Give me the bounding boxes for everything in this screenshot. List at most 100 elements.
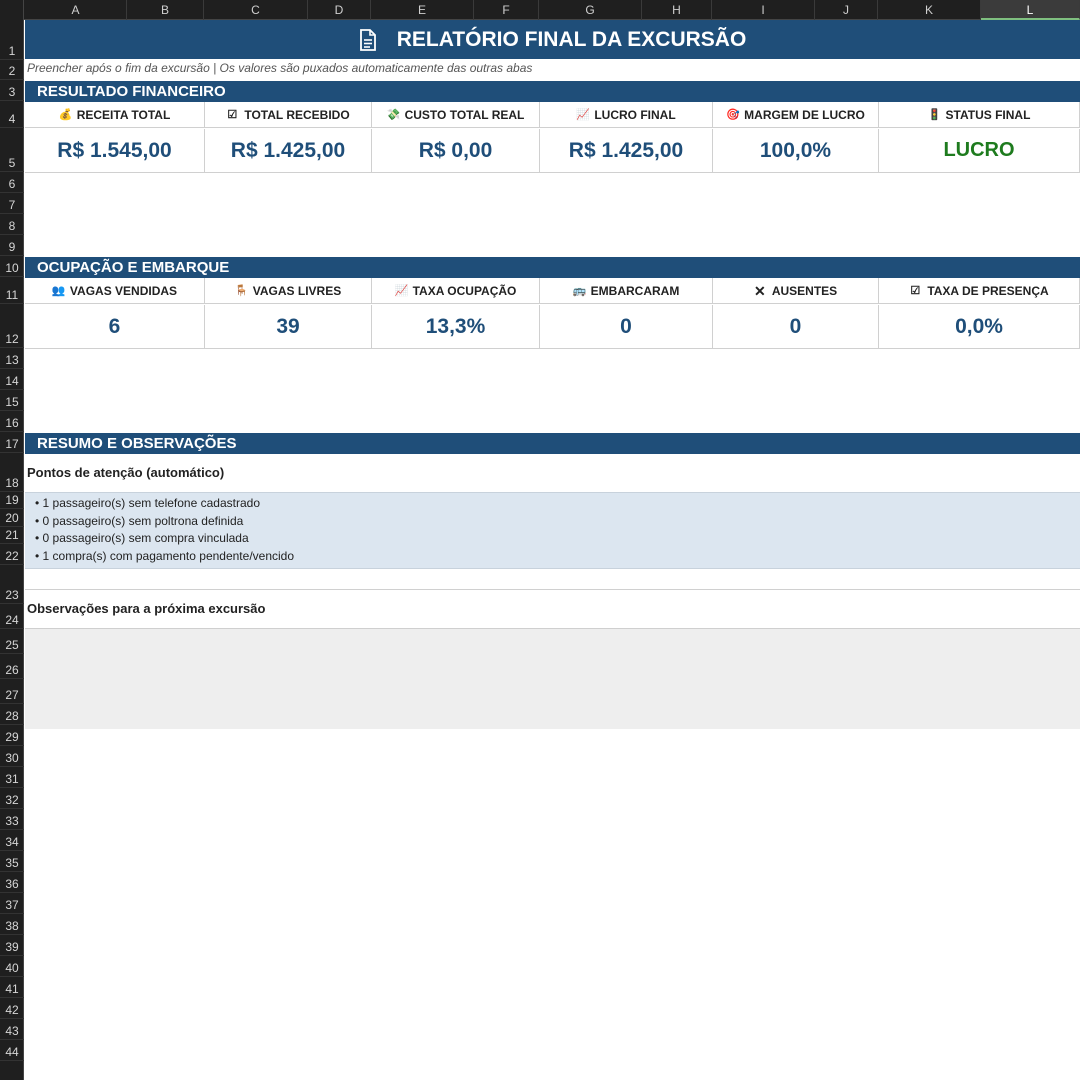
column-header-d[interactable]: D bbox=[308, 0, 371, 20]
kpi-value-receita-total[interactable]: R$ 1.545,00 bbox=[25, 129, 205, 173]
kpi-value-status-final[interactable]: LUCRO bbox=[879, 129, 1080, 173]
row-header[interactable]: 36 bbox=[0, 872, 24, 893]
bus-icon: 🚌 bbox=[572, 284, 587, 297]
row-header[interactable]: 15 bbox=[0, 390, 24, 411]
kpi-label-text: VAGAS LIVRES bbox=[252, 283, 342, 298]
kpi-label-receita-total: 💰 RECEITA TOTAL bbox=[25, 102, 205, 128]
kpi-value-taxa-de-presenca[interactable]: 0,0% bbox=[879, 305, 1080, 349]
row-header[interactable]: 26 bbox=[0, 654, 24, 679]
row-header[interactable]: 22 bbox=[0, 544, 24, 565]
kpi-label-text: TOTAL RECEBIDO bbox=[244, 107, 350, 122]
kpi-value-total-recebido[interactable]: R$ 1.425,00 bbox=[205, 129, 372, 173]
row-header[interactable]: 16 bbox=[0, 411, 24, 432]
row-header[interactable]: 31 bbox=[0, 767, 24, 788]
row-header[interactable]: 35 bbox=[0, 851, 24, 872]
kpi-label-vagas-vendidas: 👥 VAGAS VENDIDAS bbox=[25, 278, 205, 304]
kpi-value-ausentes[interactable]: 0 bbox=[713, 305, 879, 349]
row-header[interactable]: 40 bbox=[0, 956, 24, 977]
column-header-c[interactable]: C bbox=[204, 0, 308, 20]
row-header[interactable]: 12 bbox=[0, 304, 24, 348]
row-header[interactable]: 18 bbox=[0, 453, 24, 492]
check-box-icon: ☑ bbox=[910, 284, 921, 297]
target-icon: 🎯 bbox=[726, 108, 740, 121]
column-header-e[interactable]: E bbox=[371, 0, 474, 20]
financeiro-values-row: R$ 1.545,00 R$ 1.425,00 R$ 0,00 R$ 1.425… bbox=[25, 129, 1080, 173]
kpi-label-text: RECEITA TOTAL bbox=[76, 107, 171, 122]
row-header[interactable]: 38 bbox=[0, 914, 24, 935]
row-header[interactable]: 29 bbox=[0, 725, 24, 746]
row-header[interactable]: 28 bbox=[0, 704, 24, 725]
row-header[interactable]: 39 bbox=[0, 935, 24, 956]
row-header[interactable]: 32 bbox=[0, 788, 24, 809]
column-header-b[interactable]: B bbox=[127, 0, 204, 20]
kpi-value-embarcaram[interactable]: 0 bbox=[540, 305, 713, 349]
row-header[interactable]: 34 bbox=[0, 830, 24, 851]
row-header[interactable]: 8 bbox=[0, 214, 24, 235]
attention-item: • 0 passageiro(s) sem compra vinculada bbox=[35, 531, 249, 546]
row-header[interactable]: 17 bbox=[0, 432, 24, 453]
kpi-label-taxa-ocupacao: 📈 TAXA OCUPAÇÃO bbox=[372, 278, 540, 304]
kpi-value-margem-de-lucro[interactable]: 100,0% bbox=[713, 129, 879, 173]
kpi-value-vagas-vendidas[interactable]: 6 bbox=[25, 305, 205, 349]
column-header-f[interactable]: F bbox=[474, 0, 539, 20]
row-header[interactable]: 14 bbox=[0, 369, 24, 390]
traffic-light-icon: 🚦 bbox=[927, 108, 942, 121]
row-header[interactable]: 13 bbox=[0, 348, 24, 369]
row-header[interactable]: 5 bbox=[0, 128, 24, 172]
row-header[interactable]: 20 bbox=[0, 509, 24, 527]
chart-up-icon: 📈 bbox=[576, 108, 591, 121]
money-bag-icon: 💰 bbox=[58, 108, 73, 121]
row-header[interactable]: 25 bbox=[0, 629, 24, 654]
row-header[interactable]: 30 bbox=[0, 746, 24, 767]
row-header[interactable]: 42 bbox=[0, 998, 24, 1019]
column-header-g[interactable]: G bbox=[539, 0, 642, 20]
check-box-icon: ☑ bbox=[227, 108, 238, 121]
row-header[interactable]: 24 bbox=[0, 604, 24, 629]
column-header-k[interactable]: K bbox=[878, 0, 981, 20]
column-header-h[interactable]: H bbox=[642, 0, 712, 20]
section-financeiro-header: RESULTADO FINANCEIRO bbox=[25, 81, 1080, 102]
row-header[interactable]: 43 bbox=[0, 1019, 24, 1040]
kpi-label-ausentes: ✕ AUSENTES bbox=[713, 278, 879, 304]
row-header[interactable]: 33 bbox=[0, 809, 24, 830]
report-title-bar: RELATÓRIO FINAL DA EXCURSÃO bbox=[25, 20, 1080, 59]
row-header[interactable]: 6 bbox=[0, 172, 24, 193]
row-header[interactable]: 9 bbox=[0, 235, 24, 256]
kpi-value-taxa-ocupacao[interactable]: 13,3% bbox=[372, 305, 540, 349]
select-all-corner[interactable] bbox=[0, 0, 24, 20]
row-header[interactable]: 11 bbox=[0, 277, 24, 304]
row-header[interactable]: 21 bbox=[0, 527, 24, 544]
column-header-i[interactable]: I bbox=[712, 0, 815, 20]
row-header[interactable]: 4 bbox=[0, 101, 24, 128]
kpi-label-text: VAGAS VENDIDAS bbox=[69, 283, 178, 298]
row-header[interactable]: 37 bbox=[0, 893, 24, 914]
row-header[interactable]: 2 bbox=[0, 60, 24, 80]
kpi-value-custo-total-real[interactable]: R$ 0,00 bbox=[372, 129, 540, 173]
row-header[interactable]: 23 bbox=[0, 565, 24, 604]
kpi-label-embarcaram: 🚌 EMBARCARAM bbox=[540, 278, 713, 304]
row-header[interactable]: 44 bbox=[0, 1040, 24, 1061]
column-header-a[interactable]: A bbox=[25, 0, 127, 20]
people-icon: 👥 bbox=[51, 284, 66, 297]
seat-icon: 🪑 bbox=[234, 284, 249, 297]
row-header[interactable]: 1 bbox=[0, 20, 24, 60]
ocupacao-labels-row: 👥 VAGAS VENDIDAS 🪑 VAGAS LIVRES 📈 TAXA OCUP… bbox=[25, 278, 1080, 304]
row-header[interactable]: 27 bbox=[0, 679, 24, 704]
kpi-label-text: LUCRO FINAL bbox=[594, 107, 676, 122]
kpi-value-lucro-final[interactable]: R$ 1.425,00 bbox=[540, 129, 713, 173]
attention-list[interactable]: • 1 passageiro(s) sem telefone cadastrad… bbox=[25, 492, 1080, 569]
row-header[interactable]: 7 bbox=[0, 193, 24, 214]
row-header[interactable]: 41 bbox=[0, 977, 24, 998]
kpi-value-vagas-livres[interactable]: 39 bbox=[205, 305, 372, 349]
column-header-j[interactable]: J bbox=[815, 0, 878, 20]
row-header[interactable]: 3 bbox=[0, 80, 24, 101]
kpi-label-total-recebido: ☑ TOTAL RECEBIDO bbox=[205, 102, 372, 128]
row-header[interactable]: 19 bbox=[0, 492, 24, 509]
chart-up-icon: 📈 bbox=[394, 284, 409, 297]
kpi-label-text: MARGEM DE LUCRO bbox=[744, 107, 865, 122]
column-header-l[interactable]: L bbox=[981, 0, 1080, 20]
row-header[interactable]: 10 bbox=[0, 256, 24, 277]
observations-input-area[interactable] bbox=[25, 628, 1080, 729]
money-wings-icon: 💸 bbox=[386, 108, 401, 121]
kpi-label-text: TAXA DE PRESENÇA bbox=[927, 283, 1049, 298]
